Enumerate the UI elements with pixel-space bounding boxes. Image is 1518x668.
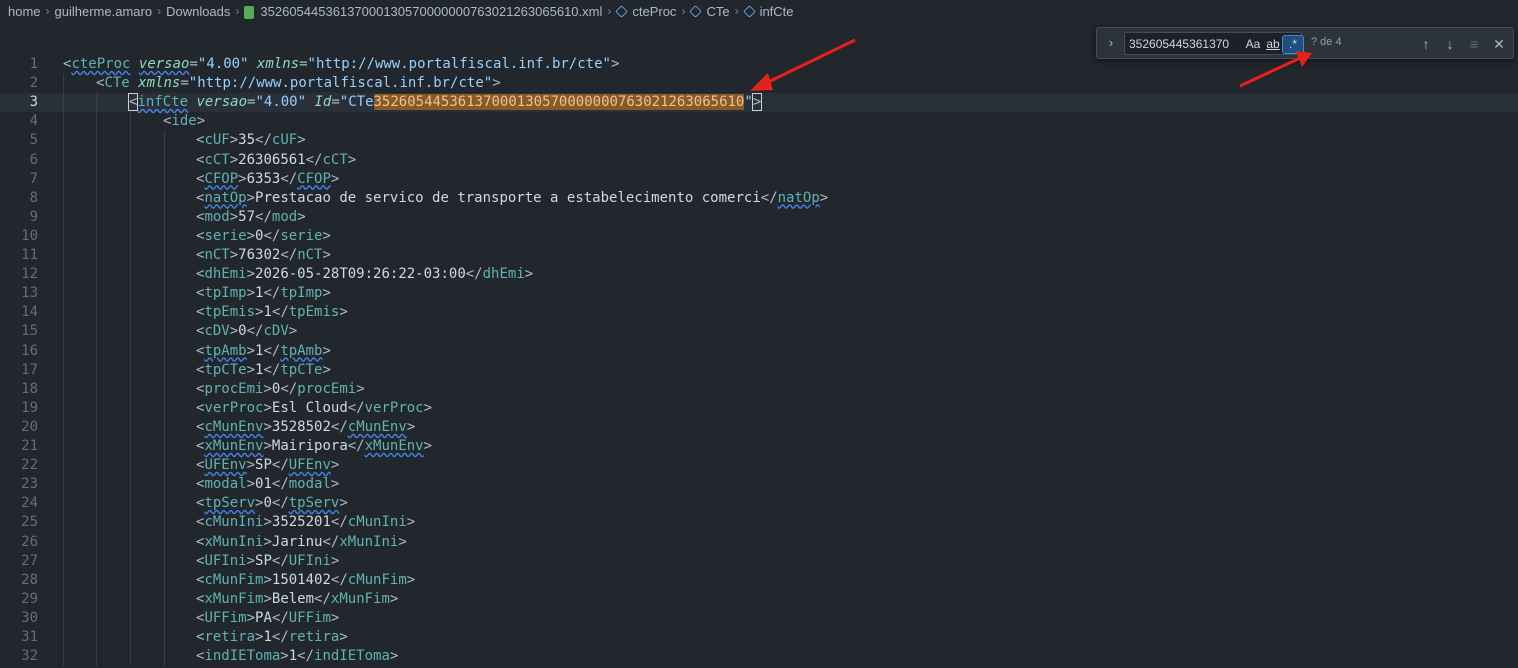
annotation-arrow-line <box>1239 56 1301 88</box>
annotation-arrows <box>750 38 1312 91</box>
annotation-arrow-line <box>759 38 856 88</box>
annotation-arrowhead <box>750 73 773 91</box>
